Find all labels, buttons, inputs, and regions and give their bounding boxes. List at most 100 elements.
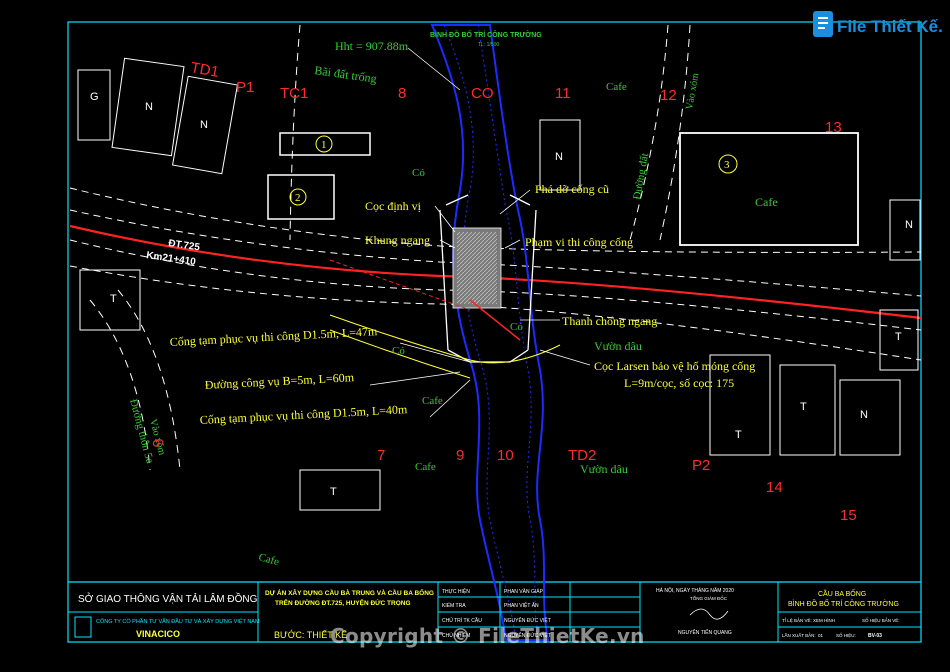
cafe-label: Cafe bbox=[257, 551, 280, 568]
marker-p2: P2 bbox=[692, 457, 710, 474]
pha-do-label: Phá dỡ cống cũ bbox=[535, 182, 609, 196]
tb-director-name: NGUYỄN TIẾN QUANG bbox=[678, 629, 732, 636]
building-code: T bbox=[330, 486, 337, 498]
coc-dinh-vi-label: Cọc định vị bbox=[365, 199, 422, 213]
building bbox=[779, 364, 836, 456]
leader-hht bbox=[407, 47, 461, 91]
road-name-duong-dat: Đường đất bbox=[631, 152, 651, 200]
marker-7: 7 bbox=[377, 447, 385, 464]
logo-text: File Thiết Kế.vn bbox=[837, 17, 942, 36]
tb-project-2: TRÊN ĐƯỜNG ĐT.725, HUYỆN ĐỨC TRỌNG bbox=[275, 598, 411, 607]
marker-td2: TD2 bbox=[568, 447, 596, 464]
building-code: N bbox=[860, 409, 868, 421]
pham-vi-label: Phạm vi thi công cống bbox=[525, 235, 633, 249]
marker-tc1: TC1 bbox=[280, 85, 308, 102]
copyright-watermark: Copyright © FileThietKe.vn bbox=[330, 624, 645, 648]
river-bank-hatch-west bbox=[443, 24, 517, 641]
drawing-frame bbox=[67, 21, 922, 643]
building bbox=[77, 69, 111, 141]
building-code: N bbox=[145, 101, 153, 113]
temporary-works bbox=[329, 259, 561, 379]
site-logo[interactable]: File Thiết Kế.vn bbox=[812, 8, 942, 42]
vuon-dau-2-label: Vườn dâu bbox=[580, 462, 628, 476]
tb-issue-no: 01 bbox=[818, 633, 824, 638]
road-name-vao-xom-north: Vào xóm bbox=[684, 72, 701, 111]
marker-13: 13 bbox=[825, 119, 842, 136]
building-code: T bbox=[110, 293, 117, 305]
site-layout-plan: G N N N N T T N T T T 1 2 3 Cafe BÌNH ĐỒ… bbox=[67, 21, 922, 643]
tb-role-1: THỰC HIỆN bbox=[442, 587, 470, 595]
tb-director-title: TỔNG GIÁM ĐỐC bbox=[690, 595, 728, 601]
cafe-label: Cafe bbox=[415, 461, 436, 473]
tb-sheet-no: SỐ HIỆU BẢN VẼ: bbox=[862, 616, 900, 623]
side-road-east-a bbox=[629, 24, 669, 241]
tb-drawing-no: BV-03 bbox=[868, 633, 882, 639]
tb-sheet-title: BÌNH ĐỒ BỐ TRÍ CÔNG TRƯỜNG bbox=[788, 598, 899, 608]
marker-10: 10 bbox=[497, 447, 514, 464]
marker-15: 15 bbox=[840, 507, 857, 524]
marker-12: 12 bbox=[660, 87, 677, 104]
building-code: T bbox=[895, 331, 902, 343]
building-codes: G N N N N T T N T T T bbox=[90, 91, 913, 498]
tb-issue: LẦN XUẤT BẢN: bbox=[782, 632, 816, 638]
thanh-chong-label: Thanh chống ngang bbox=[562, 314, 657, 328]
stockpile-area-2 bbox=[267, 174, 335, 220]
marker-11: 11 bbox=[555, 85, 571, 102]
cong-tam-1-label: Cống tạm phục vụ thi công D1.5m, L=47m bbox=[169, 324, 378, 349]
duong-cong-vu-label: Đường công vụ B=5m, L=60m bbox=[204, 370, 355, 392]
building-code: N bbox=[905, 219, 913, 231]
leader-cong-tam-1 bbox=[399, 342, 471, 363]
cad-viewport: G N N N N T T N T T T 1 2 3 Cafe BÌNH ĐỒ… bbox=[0, 0, 950, 672]
tb-name-3: NGUYỄN ĐỨC VIỆT bbox=[504, 616, 551, 624]
vuon-dau-1-label: Vườn dâu bbox=[594, 339, 642, 353]
khung-ngang-label: Khung ngang bbox=[365, 233, 430, 247]
tb-scale: TỈ LỆ BẢN VẼ: XEM HÌNH bbox=[782, 616, 835, 623]
signature-icon bbox=[689, 608, 729, 620]
tb-bridge: CẦU BA BỐNG bbox=[818, 588, 866, 598]
company-logo-icon bbox=[74, 616, 92, 638]
building-code: T bbox=[800, 401, 807, 413]
building-code: N bbox=[555, 151, 563, 163]
coc-larsen-label: Cọc Larsen bảo vệ hố móng cống bbox=[594, 359, 755, 373]
chainage-label: Km21+410 bbox=[146, 250, 197, 268]
area-1-number: 1 bbox=[321, 139, 327, 151]
co-label: Có bbox=[510, 321, 523, 333]
leader-coc-dinh-vi bbox=[434, 205, 456, 233]
coc-larsen-count-label: L=9m/cọc, số cọc: 175 bbox=[624, 376, 734, 390]
hht-label: Hht = 907.88m bbox=[335, 39, 409, 53]
building bbox=[839, 379, 901, 456]
pit-hatch bbox=[457, 232, 497, 304]
co-label: Có bbox=[392, 345, 405, 357]
cafe-label: Cafe bbox=[606, 81, 627, 93]
marker-p1: P1 bbox=[236, 79, 254, 96]
marker-co: CO bbox=[471, 85, 494, 102]
leader-larsen bbox=[539, 349, 591, 366]
bai-dat-trong-label: Bãi đất trống bbox=[314, 63, 378, 86]
co-label: Có bbox=[412, 167, 425, 179]
temp-road-outline bbox=[329, 314, 561, 364]
area-3-cafe: Cafe bbox=[755, 195, 778, 209]
building bbox=[299, 469, 381, 511]
tb-date: HÀ NỘI, NGÀY THÁNG NĂM 2020 bbox=[656, 587, 734, 594]
tb-org: SỞ GIAO THÔNG VẬN TẢI LÂM ĐỒNG bbox=[78, 592, 258, 605]
marker-9: 9 bbox=[456, 447, 464, 464]
tb-name-2: PHAN VIỆT ÂN bbox=[504, 601, 539, 609]
river bbox=[430, 24, 550, 641]
area-2-number: 2 bbox=[295, 192, 301, 204]
area-3-number: 3 bbox=[724, 159, 730, 171]
building-code: T bbox=[735, 429, 742, 441]
tb-company: CÔNG TY CỔ PHẦN TƯ VẤN ĐẦU TƯ VÀ XÂY DỰN… bbox=[96, 617, 260, 625]
site-office-area-3 bbox=[679, 132, 859, 246]
building-code: G bbox=[90, 91, 99, 103]
plan-scale: TL: 1/500 bbox=[478, 42, 499, 48]
marker-14: 14 bbox=[766, 479, 783, 496]
leader-pham-vi bbox=[504, 239, 521, 249]
tb-role-2: KIỂM TRA bbox=[442, 602, 466, 609]
temp-culvert-axis bbox=[329, 259, 471, 311]
tb-name-1: PHAN VĂN GIÁP bbox=[504, 588, 544, 595]
tb-role-3: CHỦ TRÌ TK CẦU bbox=[442, 617, 482, 624]
marker-8: 8 bbox=[398, 85, 406, 102]
cafe-label: Cafe bbox=[422, 395, 443, 407]
tb-project-1: DỰ ÁN XÂY DỰNG CẦU BÀ TRUNG VÀ CẦU BA BỐ… bbox=[265, 587, 434, 597]
leader-cong-vu bbox=[369, 371, 461, 386]
